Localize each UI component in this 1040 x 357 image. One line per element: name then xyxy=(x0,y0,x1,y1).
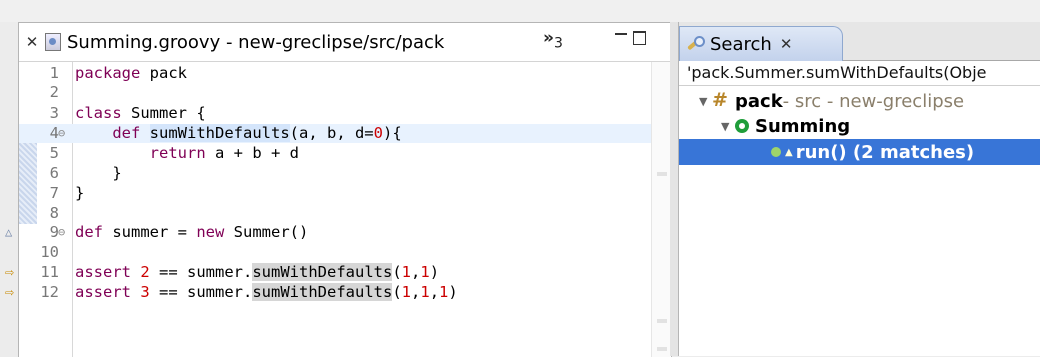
code-line: 2 xyxy=(19,83,651,102)
groovy-file-icon xyxy=(45,33,61,51)
line-number: 7 xyxy=(49,184,59,202)
pane-splitter[interactable] xyxy=(670,22,678,356)
line-number: 3 xyxy=(49,104,59,122)
line-number: 4 xyxy=(49,124,59,142)
fold-collapse-icon[interactable]: ⊖ xyxy=(58,127,70,139)
code-line: 3 class Summer { xyxy=(19,104,651,123)
line-number: 9 xyxy=(49,223,59,241)
line-number: 11 xyxy=(40,263,59,281)
method-modifier-icon: ▲ xyxy=(785,146,793,158)
search-tab[interactable]: Search ✕ xyxy=(679,26,843,61)
code-line: △ 9 ⊖ def summer = new Summer() xyxy=(5,223,651,242)
close-icon[interactable]: ✕ xyxy=(780,35,793,53)
editor-tab[interactable]: ✕ Summing.groovy - new-greclipse/src/pac… xyxy=(19,23,445,61)
expand-triangle-icon[interactable]: ▼ xyxy=(699,95,713,108)
code-text: def sumWithDefaults(a, b, d=0){ xyxy=(112,124,402,142)
code-text: } xyxy=(75,164,122,182)
code-line: 5 return a + b + d xyxy=(19,144,651,163)
code-text: return a + b + d xyxy=(149,144,299,162)
search-icon xyxy=(686,35,705,53)
package-detail: - src - new-greclipse xyxy=(782,90,965,112)
overview-marker[interactable] xyxy=(657,172,667,176)
tab-overflow-button[interactable]: »3 xyxy=(543,28,563,51)
line-number: 10 xyxy=(40,243,59,261)
method-label: run() (2 matches) xyxy=(795,141,975,163)
search-result-arrow-icon[interactable]: ⇨ xyxy=(5,263,14,282)
search-result-arrow-icon[interactable]: ⇨ xyxy=(5,283,14,302)
code-line: 10 xyxy=(19,243,651,262)
tree-item-package[interactable]: ▼ pack - src - new-greclipse xyxy=(679,88,1040,114)
code-line: 8 xyxy=(19,204,651,223)
editor-tab-bar: ✕ Summing.groovy - new-greclipse/src/pac… xyxy=(19,23,671,62)
code-text: assert 2 == summer.sumWithDefaults(1,1) xyxy=(75,263,440,281)
search-tab-label: Search xyxy=(710,33,772,55)
groovy-class-icon xyxy=(735,119,749,133)
overview-marker[interactable] xyxy=(657,347,667,351)
code-line: 6 } xyxy=(19,164,651,183)
code-text: def summer = new Summer() xyxy=(75,223,309,241)
code-line: 1 package pack xyxy=(19,64,651,83)
code-text: assert 3 == summer.sumWithDefaults(1,1,1… xyxy=(75,283,458,301)
line-number: 6 xyxy=(49,164,59,182)
pane-controls xyxy=(615,31,646,45)
overview-ruler[interactable] xyxy=(651,62,670,357)
overflow-count: 3 xyxy=(553,35,563,52)
code-text: class Summer { xyxy=(75,104,206,122)
package-icon xyxy=(712,89,728,111)
line-number: 5 xyxy=(49,144,59,162)
minimize-icon[interactable] xyxy=(615,33,627,45)
code-line: ⇨ 11 assert 2 == summer.sumWithDefaults(… xyxy=(5,263,651,282)
close-icon[interactable]: ✕ xyxy=(23,33,41,51)
maximize-icon[interactable] xyxy=(633,31,646,45)
code-text: } xyxy=(75,184,85,202)
overview-marker[interactable] xyxy=(657,319,667,323)
code-editor[interactable]: 1 package pack 2 3 class Summer { 4 ⊖ de… xyxy=(5,62,671,357)
code-line: 7 } xyxy=(19,184,651,203)
fold-collapse-icon[interactable]: ⊖ xyxy=(58,226,70,238)
package-name: pack xyxy=(735,90,783,112)
search-tab-bar: Search ✕ xyxy=(679,22,1040,61)
line-number: 8 xyxy=(49,204,59,222)
method-icon xyxy=(771,147,781,157)
line-number: 1 xyxy=(49,64,59,82)
class-name: Summing xyxy=(755,115,851,137)
search-view: Search ✕ 'pack.Summer.sumWithDefaults(Ob… xyxy=(678,22,1040,356)
editor-tab-title: Summing.groovy - new-greclipse/src/pack xyxy=(67,31,445,53)
expand-triangle-icon[interactable]: ▼ xyxy=(721,120,735,133)
window-top-strip xyxy=(0,0,1040,22)
tree-item-class[interactable]: ▼ Summing xyxy=(679,113,1040,139)
search-query-label: 'pack.Summer.sumWithDefaults(Obje xyxy=(679,60,1040,86)
code-text: package pack xyxy=(75,64,187,82)
code-line: ⇨ 12 assert 3 == summer.sumWithDefaults(… xyxy=(5,283,651,302)
editor-pane: ✕ Summing.groovy - new-greclipse/src/pac… xyxy=(5,22,672,357)
code-line-current: 4 ⊖ def sumWithDefaults(a, b, d=0){ xyxy=(19,124,651,143)
line-number: 12 xyxy=(40,283,59,301)
override-marker-icon[interactable]: △ xyxy=(5,223,12,242)
line-number: 2 xyxy=(49,83,59,101)
tree-item-method[interactable]: ▲ run() (2 matches) xyxy=(679,139,1040,165)
overflow-chevron-icon: » xyxy=(543,28,554,48)
